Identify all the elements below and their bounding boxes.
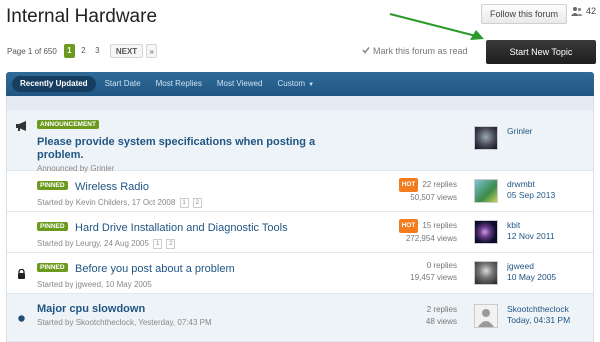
- topic-title[interactable]: Major cpu slowdown: [37, 303, 367, 315]
- follow-forum-button[interactable]: Follow this forum: [481, 4, 567, 24]
- avatar[interactable]: [474, 126, 498, 150]
- start-new-topic-button[interactable]: Start New Topic: [486, 40, 596, 64]
- topic-meta: Started by Skootchtheclock, Yesterday, 0…: [37, 318, 212, 327]
- reply-count: 22 replies: [422, 180, 457, 190]
- follower-count-label: 42: [586, 6, 597, 16]
- page-link-2[interactable]: 2: [78, 44, 89, 58]
- default-user-icon: [475, 305, 497, 327]
- hot-badge: HOT: [398, 219, 419, 233]
- chevron-down-icon: ▼: [308, 82, 315, 88]
- tab-start-date[interactable]: Start Date: [99, 76, 147, 92]
- lock-icon: [17, 266, 26, 284]
- table-row: PINNED Hard Drive Installation and Diagn…: [7, 212, 593, 253]
- people-icon: [571, 6, 583, 16]
- announcement-badge: ANNOUNCEMENT: [37, 120, 99, 130]
- table-row: Major cpu slowdown Started by Skootchthe…: [7, 294, 593, 342]
- announcement-poster[interactable]: Grinler: [507, 126, 533, 137]
- topic-meta: Started by Leurgy, 24 Aug 2005: [37, 239, 149, 249]
- pinned-badge: PINNED: [37, 263, 68, 273]
- reply-count: 2 replies: [426, 305, 457, 314]
- last-poster-name[interactable]: Skootchtheclock: [507, 304, 570, 315]
- view-count: 50,507 views: [410, 193, 457, 202]
- last-poster-name[interactable]: drwmbt: [507, 179, 555, 190]
- last-post-date[interactable]: 05 Sep 2013: [507, 190, 555, 201]
- followers-count[interactable]: 42: [571, 6, 596, 16]
- last-page-button[interactable]: »: [146, 44, 158, 58]
- avatar[interactable]: [474, 179, 498, 203]
- megaphone-icon: [15, 118, 29, 136]
- topic-page-link[interactable]: 1: [153, 239, 163, 249]
- custom-tab-label: Custom: [277, 79, 306, 88]
- tab-most-replies[interactable]: Most Replies: [150, 76, 208, 92]
- announcement-row: ANNOUNCEMENT Please provide system speci…: [7, 110, 593, 173]
- topic-list: ANNOUNCEMENT Please provide system speci…: [6, 96, 594, 342]
- green-arrow-annotation: [389, 13, 484, 40]
- avatar[interactable]: [474, 261, 498, 285]
- tab-most-viewed[interactable]: Most Viewed: [211, 76, 269, 92]
- topic-page-link[interactable]: 1: [179, 198, 189, 208]
- mark-forum-read-link[interactable]: Mark this forum as read: [362, 46, 468, 56]
- avatar[interactable]: [474, 220, 498, 244]
- mark-read-label: Mark this forum as read: [373, 46, 468, 56]
- topic-page-link[interactable]: 2: [166, 239, 176, 249]
- page-title: Internal Hardware: [6, 6, 158, 27]
- sort-tabs: Recently Updated Start Date Most Replies…: [6, 72, 594, 96]
- announcement-title[interactable]: Please provide system specifications whe…: [37, 136, 337, 162]
- checkmark-icon: [362, 46, 370, 56]
- topic-title[interactable]: Hard Drive Installation and Diagnostic T…: [75, 222, 288, 234]
- pagination: Page 1 of 650 1 2 3 NEXT »: [7, 44, 158, 58]
- topic-title[interactable]: Before you post about a problem: [75, 263, 235, 275]
- view-count: 48 views: [425, 317, 457, 326]
- unread-dot-icon: [18, 309, 25, 327]
- next-page-button[interactable]: NEXT: [109, 44, 144, 58]
- hot-badge: HOT: [398, 178, 419, 192]
- tab-recently-updated[interactable]: Recently Updated: [12, 76, 96, 92]
- topic-page-link[interactable]: 2: [192, 198, 202, 208]
- topic-meta: Started by Kevin Childers, 17 Oct 2008: [37, 198, 176, 208]
- topic-list-header: [7, 96, 593, 110]
- last-poster-name[interactable]: jgweed: [507, 261, 556, 272]
- view-count: 272,954 views: [405, 234, 457, 243]
- last-post-date[interactable]: 12 Nov 2011: [507, 231, 555, 242]
- reply-count: 15 replies: [422, 221, 457, 231]
- page-link-1[interactable]: 1: [63, 44, 75, 58]
- last-poster-name[interactable]: kbit: [507, 220, 555, 231]
- tab-custom[interactable]: Custom ▼: [272, 76, 321, 92]
- view-count: 19,457 views: [410, 273, 457, 282]
- table-row: PINNED Before you post about a problem S…: [7, 253, 593, 294]
- reply-count: 0 replies: [426, 261, 457, 270]
- page-link-3[interactable]: 3: [92, 44, 103, 58]
- last-post-date[interactable]: 10 May 2005: [507, 272, 556, 283]
- table-row: PINNED Wireless Radio Started by Kevin C…: [7, 171, 593, 212]
- last-post-date[interactable]: Today, 04:31 PM: [507, 315, 570, 326]
- topic-title[interactable]: Wireless Radio: [75, 181, 149, 193]
- topic-meta: Started by jgweed, 10 May 2005: [37, 280, 152, 289]
- avatar[interactable]: [474, 304, 498, 328]
- pinned-badge: PINNED: [37, 181, 68, 191]
- pinned-badge: PINNED: [37, 222, 68, 232]
- page-indicator: Page 1 of 650: [7, 46, 57, 56]
